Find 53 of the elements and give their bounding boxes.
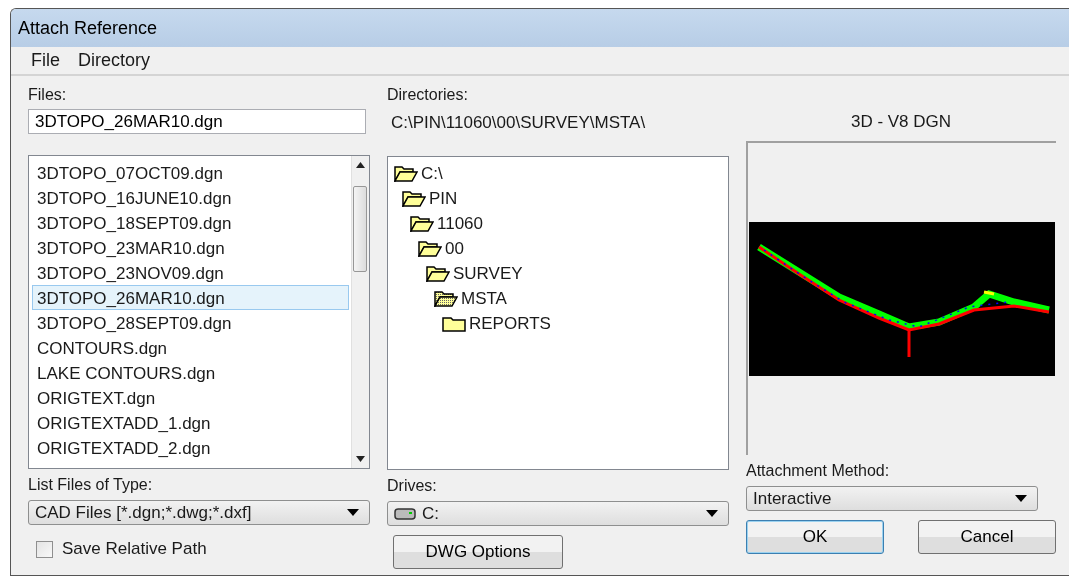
files-label: Files: <box>28 85 68 105</box>
open-folder-icon <box>402 190 426 207</box>
ok-button[interactable]: OK <box>746 520 884 554</box>
folder-tree-item[interactable]: 11060 <box>437 213 483 234</box>
directories-label: Directories: <box>387 85 469 105</box>
caret-icon <box>706 510 718 517</box>
checkbox[interactable] <box>36 540 53 558</box>
folder-tree-item[interactable]: 00 <box>445 238 464 259</box>
file-list-item[interactable]: 3DTOPO_18SEPT09.dgn <box>32 210 349 235</box>
cancel-button[interactable]: Cancel <box>918 520 1056 554</box>
scrollbar[interactable] <box>351 156 369 468</box>
open-folder-icon <box>418 240 442 257</box>
open-folder-icon <box>410 215 434 232</box>
caret-icon <box>347 509 359 516</box>
file-list-item[interactable]: ORIGTEXTADD_1.dgn <box>32 410 349 435</box>
scroll-up-icon[interactable] <box>356 162 365 168</box>
caret-icon <box>1015 495 1027 502</box>
file-list-item[interactable]: LAKE CONTOURS.dgn <box>32 360 349 385</box>
attachment-method-dropdown[interactable]: Interactive <box>746 486 1038 511</box>
folder-tree-item[interactable]: REPORTS <box>469 313 551 334</box>
folder-tree-item[interactable]: C:\ <box>421 163 443 184</box>
options-button[interactable]: DWG Options <box>393 535 563 569</box>
drives-label: Drives: <box>387 476 438 496</box>
menu-item[interactable]: File <box>31 50 60 71</box>
open-folder-icon <box>394 165 418 182</box>
file-list-item[interactable]: 3DTOPO_07OCT09.dgn <box>32 160 349 185</box>
file-list-item[interactable]: CONTOURS.dgn <box>32 335 349 360</box>
drives-dropdown[interactable]: C: <box>387 501 729 526</box>
file-list-item[interactable]: 3DTOPO_28SEPT09.dgn <box>32 310 349 335</box>
file-list-item[interactable]: ORIGTEXT.dgn <box>32 385 349 410</box>
scroll-thumb[interactable] <box>353 186 367 272</box>
file-list-item[interactable]: 3DTOPO_16JUNE10.dgn <box>32 185 349 210</box>
filename-field[interactable]: 3DTOPO_26MAR10.dgn <box>28 109 366 134</box>
checkbox-label: Save Relative Path <box>62 539 207 559</box>
folder-icon <box>442 315 466 332</box>
window-title: Attach Reference <box>18 17 158 39</box>
file-list-item[interactable]: 3DTOPO_23NOV09.dgn <box>32 260 349 285</box>
open-folder-icon <box>426 265 450 282</box>
preview-title: 3D - V8 DGN <box>849 112 953 133</box>
file-list-item[interactable]: 3DTOPO_23MAR10.dgn <box>32 235 349 260</box>
attachment-method-label: Attachment Method: <box>746 461 891 481</box>
directory-path: C:\PIN\11060\00\SURVEY\MSTA\ <box>390 113 647 134</box>
file-list-item[interactable]: ORIGTEXTADD_2.dgn <box>32 435 349 460</box>
open-folder-icon <box>434 290 458 307</box>
file-type-label: List Files of Type: <box>28 475 154 495</box>
scroll-down-icon[interactable] <box>356 456 365 462</box>
folder-tree-item[interactable]: SURVEY <box>453 263 523 284</box>
menu-item[interactable]: Directory <box>78 50 151 71</box>
file-list-item[interactable]: 3DTOPO_26MAR10.dgn <box>32 285 349 310</box>
file-type-dropdown[interactable]: CAD Files [*.dgn;*.dwg;*.dxf] <box>28 500 370 525</box>
folder-tree-item[interactable]: MSTA <box>461 288 507 309</box>
folder-tree-item[interactable]: PIN <box>429 188 458 209</box>
drive-icon <box>394 507 416 520</box>
